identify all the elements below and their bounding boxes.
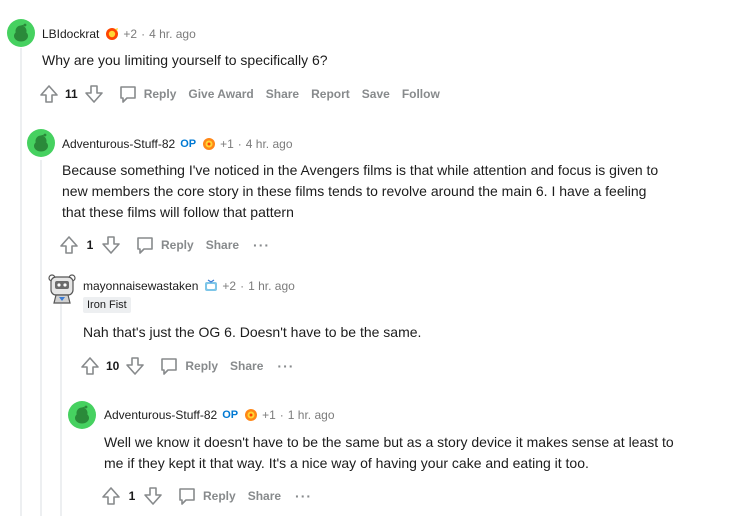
snoo-avatar-icon xyxy=(75,405,89,424)
comment-body-line: new members the core story in these film… xyxy=(62,183,647,199)
more-options-button[interactable]: ··· xyxy=(277,359,294,373)
op-badge: OP xyxy=(222,409,239,421)
award-count: +2 xyxy=(222,279,237,293)
avatar[interactable] xyxy=(27,129,55,157)
comment-body-line: that these films will follow that patter… xyxy=(62,204,294,220)
comment-actions: 1 Reply Share ··· xyxy=(57,233,270,257)
comment-meta: Adventurous-Stuff-82 OP +1 · 4 hr. ago xyxy=(62,136,293,152)
username[interactable]: LBIdockrat xyxy=(42,27,99,41)
award-count: +1 xyxy=(262,408,276,422)
username[interactable]: mayonnaisewastaken xyxy=(83,279,198,293)
comment-actions: 10 Reply Share ··· xyxy=(78,354,294,378)
reply-button[interactable]: Reply xyxy=(177,486,236,506)
comment-lbidockrat: LBIdockrat +2 · 4 hr. ago Why are you li… xyxy=(0,0,732,110)
separator: · xyxy=(237,137,242,151)
comment-body: Nah that's just the OG 6. Doesn't have t… xyxy=(83,324,422,340)
comment-body-line: me if they kept it that way. It's a nice… xyxy=(104,455,589,471)
timestamp[interactable]: 4 hr. ago xyxy=(246,137,293,151)
save-button[interactable]: Save xyxy=(362,87,390,101)
vote-score: 1 xyxy=(128,489,136,503)
reply-label: Reply xyxy=(203,489,236,503)
comment-meta: mayonnaisewastaken +2 · 1 hr. ago xyxy=(83,278,295,294)
timestamp[interactable]: 4 hr. ago xyxy=(149,27,196,41)
award-icon[interactable] xyxy=(105,27,119,41)
upvote-icon[interactable] xyxy=(99,484,123,508)
timestamp[interactable]: 1 hr. ago xyxy=(288,408,335,422)
comment-body-line: Because something I've noticed in the Av… xyxy=(62,162,659,178)
comment-adventurous-stuff-1: Adventurous-Stuff-82 OP +1 · 4 hr. ago B… xyxy=(0,120,732,260)
snoo-avatar-icon xyxy=(34,133,48,152)
comment-actions: 1 Reply Share ··· xyxy=(99,484,312,508)
username[interactable]: Adventurous-Stuff-82 xyxy=(104,408,217,422)
downvote-icon[interactable] xyxy=(123,354,147,378)
snoo-avatar-icon xyxy=(14,23,28,42)
upvote-icon[interactable] xyxy=(78,354,102,378)
more-options-button[interactable]: ··· xyxy=(295,489,312,503)
share-button[interactable]: Share xyxy=(230,359,263,373)
comment-actions: 11 Reply Give Award Share Report Save Fo… xyxy=(37,82,440,106)
award-icon[interactable] xyxy=(202,137,216,151)
share-button[interactable]: Share xyxy=(266,87,299,101)
timestamp[interactable]: 1 hr. ago xyxy=(248,279,295,293)
upvote-icon[interactable] xyxy=(57,233,81,257)
reply-button[interactable]: Reply xyxy=(118,84,177,104)
vote-score: 10 xyxy=(106,359,120,373)
comment-adventurous-stuff-2: Adventurous-Stuff-82 OP +1 · 1 hr. ago W… xyxy=(0,392,732,516)
comment-body: Well we know it doesn't have to be the s… xyxy=(104,432,674,474)
reply-label: Reply xyxy=(161,238,194,252)
user-flair: Iron Fist xyxy=(83,297,131,313)
comment-meta: LBIdockrat +2 · 4 hr. ago xyxy=(42,26,196,42)
downvote-icon[interactable] xyxy=(141,484,165,508)
reply-button[interactable]: Reply xyxy=(135,235,194,255)
comment-bubble-icon xyxy=(177,486,197,506)
award-icon[interactable] xyxy=(244,408,258,422)
avatar[interactable] xyxy=(7,19,35,47)
downvote-icon[interactable] xyxy=(82,82,106,106)
comment-bubble-icon xyxy=(118,84,138,104)
award-count: +2 xyxy=(123,27,138,41)
give-award-button[interactable]: Give Award xyxy=(188,87,253,101)
username[interactable]: Adventurous-Stuff-82 xyxy=(62,137,175,151)
robot-avatar-icon xyxy=(48,274,76,304)
upvote-icon[interactable] xyxy=(37,82,61,106)
comment-meta: Adventurous-Stuff-82 OP +1 · 1 hr. ago xyxy=(104,407,335,423)
reply-label: Reply xyxy=(185,359,219,373)
reply-button[interactable]: Reply xyxy=(159,356,218,376)
avatar[interactable] xyxy=(68,401,96,429)
avatar[interactable] xyxy=(46,272,78,304)
share-button[interactable]: Share xyxy=(206,238,239,252)
comment-bubble-icon xyxy=(159,356,179,376)
comment-body: Why are you limiting yourself to specifi… xyxy=(42,52,328,68)
reply-label: Reply xyxy=(143,87,177,101)
award-icon[interactable] xyxy=(204,279,218,293)
comment-body: Because something I've noticed in the Av… xyxy=(62,160,658,223)
comment-bubble-icon xyxy=(135,235,155,255)
separator: · xyxy=(141,27,146,41)
award-count: +1 xyxy=(220,137,234,151)
separator: · xyxy=(279,408,284,422)
vote-score: 1 xyxy=(86,238,94,252)
downvote-icon[interactable] xyxy=(99,233,123,257)
separator: · xyxy=(240,279,245,293)
report-button[interactable]: Report xyxy=(311,87,350,101)
vote-score: 11 xyxy=(65,87,78,101)
op-badge: OP xyxy=(180,138,197,150)
share-button[interactable]: Share xyxy=(248,489,281,503)
comment-body-line: Well we know it doesn't have to be the s… xyxy=(104,434,674,450)
more-options-button[interactable]: ··· xyxy=(253,238,270,252)
comment-mayonnaisewastaken: mayonnaisewastaken +2 · 1 hr. ago Iron F… xyxy=(0,265,732,390)
follow-button[interactable]: Follow xyxy=(402,87,440,101)
